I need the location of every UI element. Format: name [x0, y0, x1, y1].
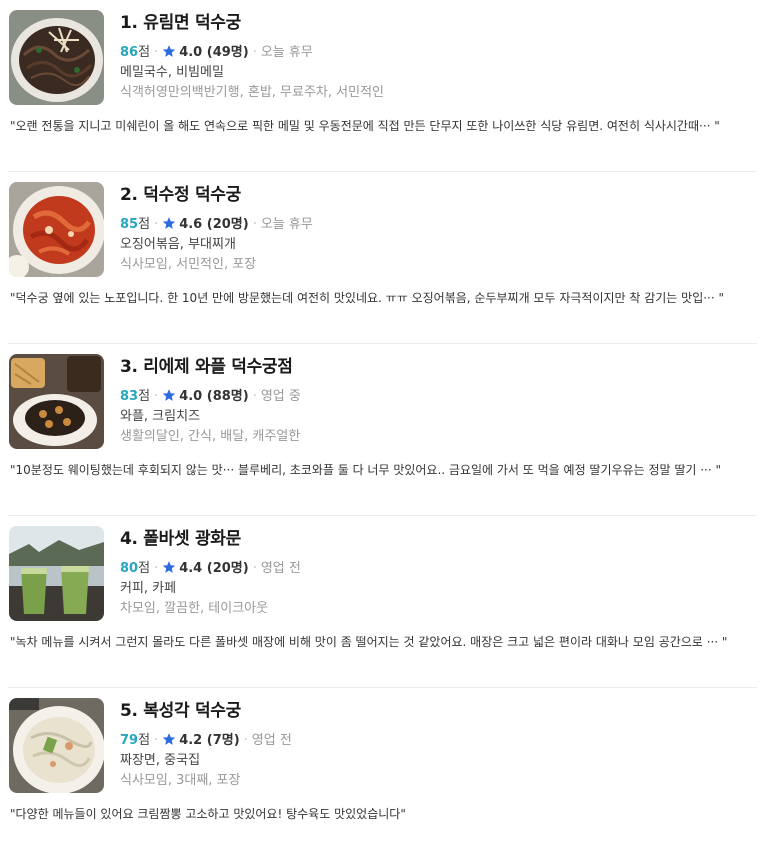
separator: · [252, 45, 257, 60]
menu-categories: 와플, 크림치즈 [120, 409, 201, 424]
score-unit: 점 [138, 561, 151, 576]
restaurant-meta: 80점 · 4.4 (20명) · 영업 전 [120, 560, 757, 578]
menu-categories: 메밀국수, 비빔메밀 [120, 65, 224, 80]
separator: · [154, 217, 159, 232]
restaurant-tags: 생활의달인, 간식, 배달, 캐주얼한 [120, 429, 301, 444]
restaurant-tags: 식사모임, 3대째, 포장 [120, 773, 241, 788]
rating-value: 4.0 (49명) [179, 45, 249, 60]
score-unit: 점 [138, 45, 151, 60]
menu-categories: 오징어볶음, 부대찌개 [120, 237, 236, 252]
restaurant-list: 1. 유림면 덕수궁 86점 · 4.0 (49명) · 오늘 휴무 메밀국수, 비빔메… [0, 0, 767, 860]
rating-value: 4.6 (20명) [179, 217, 249, 232]
restaurant-photo[interactable] [9, 354, 104, 449]
review-snippet[interactable]: "덕수궁 옆에 있는 노포입니다. 한 10년 만에 방문했는데 여전히 맛있네… [10, 289, 757, 307]
score-unit: 점 [138, 733, 151, 748]
restaurant-meta: 83점 · 4.0 (88명) · 영업 중 [120, 388, 757, 406]
list-item[interactable]: 1. 유림면 덕수궁 86점 · 4.0 (49명) · 오늘 휴무 메밀국수, 비빔메… [8, 0, 757, 172]
menu-categories: 짜장면, 중국집 [120, 753, 201, 768]
restaurant-photo[interactable] [9, 526, 104, 621]
score-unit: 점 [138, 217, 151, 232]
restaurant-meta: 86점 · 4.0 (49명) · 오늘 휴무 [120, 44, 757, 62]
score-value: 85 [120, 217, 139, 232]
restaurant-meta: 79점 · 4.2 (7명) · 영업 전 [120, 732, 757, 750]
list-item[interactable]: 3. 리에제 와플 덕수궁점 83점 · 4.0 (88명) · 영업 중 와플, 크림… [8, 344, 757, 516]
restaurant-title[interactable]: 3. 리에제 와플 덕수궁점 [120, 354, 757, 380]
restaurant-meta: 85점 · 4.6 (20명) · 오늘 휴무 [120, 216, 757, 234]
green-tea-drinks-image [9, 526, 104, 621]
separator: · [252, 217, 257, 232]
star-icon [163, 389, 176, 401]
restaurant-photo[interactable] [9, 182, 104, 277]
restaurant-info: 3. 리에제 와플 덕수궁점 83점 · 4.0 (88명) · 영업 중 와플, 크림… [120, 354, 757, 447]
restaurant-photo[interactable] [9, 698, 104, 793]
restaurant-photo[interactable] [9, 10, 104, 105]
list-item[interactable]: 2. 덕수정 덕수궁 85점 · 4.6 (20명) · 오늘 휴무 오징어볶음, 부대… [8, 172, 757, 344]
score-value: 83 [120, 389, 139, 404]
restaurant-info: 4. 폴바셋 광화문 80점 · 4.4 (20명) · 영업 전 커피, 카페 차모임… [120, 526, 757, 619]
menu-categories: 커피, 카페 [120, 581, 177, 596]
restaurant-info: 1. 유림면 덕수궁 86점 · 4.0 (49명) · 오늘 휴무 메밀국수, 비빔메… [120, 10, 757, 103]
restaurant-tags: 식사모임, 서민적인, 포장 [120, 257, 257, 272]
restaurant-info: 5. 복성각 덕수궁 79점 · 4.2 (7명) · 영업 전 짜장면, 중국집 식사… [120, 698, 757, 791]
separator: · [252, 389, 257, 404]
spicy-squid-image [9, 182, 104, 277]
star-icon [163, 45, 176, 57]
restaurant-title[interactable]: 5. 복성각 덕수궁 [120, 698, 757, 724]
rating-value: 4.4 (20명) [179, 561, 249, 576]
separator: · [154, 45, 159, 60]
buckwheat-noodles-image [9, 10, 104, 105]
separator: · [252, 561, 257, 576]
score-value: 80 [120, 561, 139, 576]
score-value: 79 [120, 733, 139, 748]
review-snippet[interactable]: "오랜 전통을 지니고 미쉐린이 올 해도 연속으로 픽한 메밀 및 우동전문에… [10, 117, 757, 135]
rating-value: 4.2 (7명) [179, 733, 240, 748]
restaurant-tags: 식객허영만의백반기행, 혼밥, 무료주차, 서민적인 [120, 85, 384, 100]
restaurant-title[interactable]: 2. 덕수정 덕수궁 [120, 182, 757, 208]
status-text: 오늘 휴무 [260, 217, 313, 232]
cream-jjamppong-image [9, 698, 104, 793]
rating-value: 4.0 (88명) [179, 389, 249, 404]
star-icon [163, 217, 176, 229]
status-text: 영업 전 [260, 561, 301, 576]
list-item[interactable]: 4. 폴바셋 광화문 80점 · 4.4 (20명) · 영업 전 커피, 카페 차모임… [8, 516, 757, 688]
restaurant-tags: 차모임, 깔끔한, 테이크아웃 [120, 601, 269, 616]
waffles-image [9, 354, 104, 449]
separator: · [154, 389, 159, 404]
restaurant-title[interactable]: 1. 유림면 덕수궁 [120, 10, 757, 36]
status-text: 영업 전 [251, 733, 292, 748]
separator: · [154, 561, 159, 576]
review-snippet[interactable]: "다양한 메뉴들이 있어요 크림짬뽕 고소하고 맛있어요! 탕수육도 맛있었습니… [10, 805, 757, 823]
star-icon [163, 733, 176, 745]
review-snippet[interactable]: "녹차 메뉴를 시켜서 그런지 몰라도 다른 폴바셋 매장에 비해 맛이 좀 떨… [10, 633, 757, 651]
separator: · [243, 733, 248, 748]
list-item[interactable]: 5. 복성각 덕수궁 79점 · 4.2 (7명) · 영업 전 짜장면, 중국집 식사… [8, 688, 757, 860]
status-text: 오늘 휴무 [260, 45, 313, 60]
separator: · [154, 733, 159, 748]
score-value: 86 [120, 45, 139, 60]
review-snippet[interactable]: "10분정도 웨이팅했는데 후회되지 않는 맛··· 블루베리, 초코와플 둘 … [10, 461, 757, 479]
score-unit: 점 [138, 389, 151, 404]
star-icon [163, 561, 176, 573]
status-text: 영업 중 [260, 389, 301, 404]
restaurant-title[interactable]: 4. 폴바셋 광화문 [120, 526, 757, 552]
restaurant-info: 2. 덕수정 덕수궁 85점 · 4.6 (20명) · 오늘 휴무 오징어볶음, 부대… [120, 182, 757, 275]
